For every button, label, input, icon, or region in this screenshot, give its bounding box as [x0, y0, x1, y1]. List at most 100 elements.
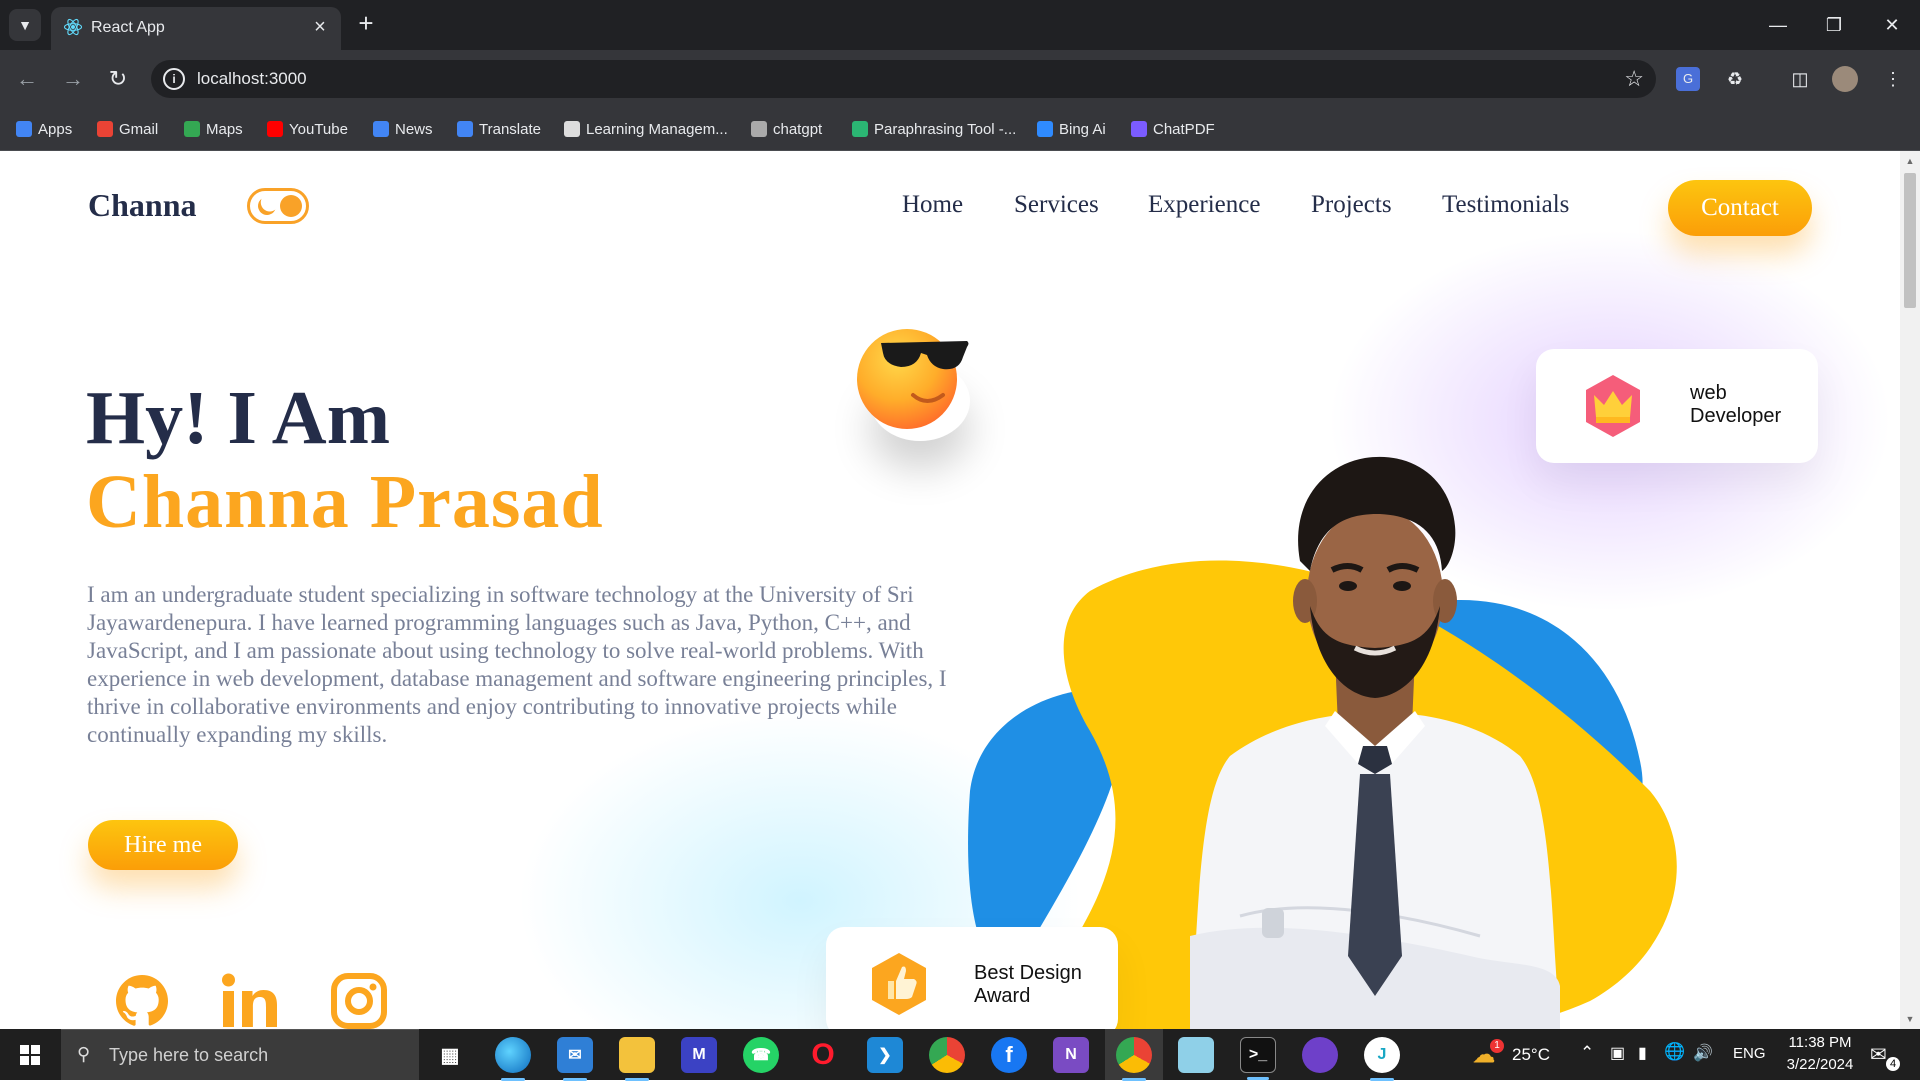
notification-count-badge: 4 [1886, 1057, 1900, 1071]
bookmark-chatpdf[interactable]: ChatPDF [1131, 118, 1215, 140]
site-logo[interactable]: Channa [88, 187, 197, 224]
profile-photo [1190, 456, 1560, 1029]
github-icon[interactable] [112, 971, 172, 1029]
side-panel-icon[interactable]: ◫ [1785, 64, 1815, 94]
bookmark-star-icon[interactable]: ☆ [1624, 66, 1644, 92]
nav-projects[interactable]: Projects [1311, 191, 1392, 219]
tab-react-app[interactable]: React App × [51, 7, 341, 50]
scroll-up-icon[interactable]: ▲ [1904, 155, 1916, 167]
bookmark-learning-management[interactable]: Learning Managem... [564, 118, 728, 140]
hero-name: Channa Prasad [86, 460, 604, 544]
nav-testimonials[interactable]: Testimonials [1442, 191, 1569, 219]
browser-chrome: ▼ React App × + — ❐ ✕ ← → ↻ i localhost:… [0, 0, 1920, 151]
hire-me-button[interactable]: Hire me [88, 820, 238, 870]
bookmark-label: Maps [206, 120, 243, 138]
hero-description: I am an undergraduate student specializi… [87, 582, 947, 747]
chatpdf-icon [1131, 121, 1147, 137]
opera-icon[interactable]: O [805, 1037, 841, 1073]
web-developer-card: web Developer [1536, 349, 1818, 463]
url-text[interactable]: localhost:3000 [197, 69, 307, 89]
close-window-icon[interactable]: ✕ [1872, 10, 1912, 40]
gmail-icon [97, 121, 113, 137]
site-info-icon[interactable]: i [163, 68, 185, 90]
bookmark-paraphrasing-tool[interactable]: Paraphrasing Tool -... [852, 118, 1016, 140]
windows-start-icon[interactable] [10, 1041, 50, 1069]
extensions-puzzle-icon[interactable]: ♻ [1720, 64, 1750, 94]
bookmarks-bar: Apps Gmail Maps YouTube News Translate L… [0, 107, 1920, 151]
tab-strip: ▼ React App × + — ❐ ✕ [0, 0, 1920, 50]
terminal-icon[interactable]: >_ [1240, 1037, 1276, 1080]
back-icon[interactable]: ← [12, 64, 42, 94]
close-tab-icon[interactable]: × [309, 16, 331, 38]
portfolio-page: Channa Home Services Experience Projects… [0, 151, 1900, 1029]
scroll-down-icon[interactable]: ▼ [1904, 1013, 1916, 1025]
volume-icon[interactable]: 🔊 [1693, 1043, 1713, 1063]
profile-avatar[interactable] [1832, 66, 1858, 92]
theme-toggle[interactable] [247, 188, 309, 224]
lms-icon [564, 121, 580, 137]
chevron-up-icon[interactable]: ⌃ [1580, 1043, 1594, 1063]
taskbar-search-box[interactable]: ⚲ Type here to search [61, 1029, 419, 1080]
menu-kebab-icon[interactable]: ⋮ [1878, 64, 1908, 94]
bookmark-label: Apps [38, 120, 73, 138]
bookmark-label: chatgpt [773, 120, 823, 138]
linkedin-icon[interactable] [220, 971, 280, 1029]
language-indicator[interactable]: ENG [1733, 1045, 1766, 1062]
browser-toolbar: ← → ↻ i localhost:3000 ☆ G ♻ ◫ ⋮ [0, 50, 1920, 107]
reload-icon[interactable]: ↻ [103, 64, 133, 94]
nav-services[interactable]: Services [1014, 191, 1099, 219]
youtube-icon [267, 121, 283, 137]
minimize-icon[interactable]: — [1758, 10, 1798, 40]
app-launcher-icon[interactable]: J [1364, 1037, 1400, 1081]
scrollbar-thumb[interactable] [1904, 173, 1916, 308]
instagram-icon[interactable] [329, 971, 389, 1029]
new-tab-button[interactable]: + [352, 10, 380, 38]
clock-date[interactable]: 3/22/2024 [1780, 1056, 1860, 1073]
nav-experience[interactable]: Experience [1148, 191, 1260, 219]
translate-extension-icon[interactable]: G [1676, 67, 1700, 91]
moon-icon [255, 194, 279, 218]
clock-time[interactable]: 11:38 PM [1786, 1034, 1854, 1051]
github-desktop-icon[interactable] [1302, 1037, 1338, 1073]
task-view-icon[interactable]: ▦ [432, 1037, 468, 1073]
chrome-icon[interactable] [929, 1037, 965, 1073]
bookmark-gmail[interactable]: Gmail [97, 118, 158, 140]
bookmark-bing-ai[interactable]: Bing Ai [1037, 118, 1106, 140]
address-bar[interactable]: i localhost:3000 ☆ [151, 60, 1656, 98]
tab-search-button[interactable]: ▼ [9, 9, 41, 41]
battery-icon[interactable]: ▮ [1638, 1043, 1647, 1063]
maps-pin-icon [184, 121, 200, 137]
notes-app-icon[interactable] [1178, 1037, 1214, 1073]
temperature-text[interactable]: 25°C [1512, 1045, 1550, 1065]
globe-network-icon[interactable]: 🌐 [1664, 1042, 1685, 1062]
sunglasses-emoji-icon [857, 329, 969, 429]
bookmark-maps[interactable]: Maps [184, 118, 243, 140]
chrome-active-icon[interactable] [1116, 1037, 1152, 1081]
bookmark-label: News [395, 120, 433, 138]
bookmark-news[interactable]: News [373, 118, 433, 140]
windows-taskbar: ⚲ Type here to search ▦ ✉ M ☎ O ❯ f N >_… [0, 1029, 1920, 1081]
vscode-icon[interactable]: ❯ [867, 1037, 903, 1073]
mail-icon[interactable]: ✉ [557, 1037, 593, 1081]
visual-studio-icon[interactable]: N [1053, 1037, 1089, 1073]
thumbs-up-icon [872, 953, 926, 1015]
page-scrollbar[interactable]: ▲ ▼ [1900, 151, 1920, 1029]
notifications-icon[interactable]: ✉ [1870, 1042, 1887, 1067]
contact-button[interactable]: Contact [1668, 180, 1812, 236]
meet-icon[interactable]: ▣ [1610, 1043, 1625, 1063]
bookmark-label: YouTube [289, 120, 348, 138]
forward-icon[interactable]: → [58, 64, 88, 94]
nav-home[interactable]: Home [902, 191, 963, 219]
restore-icon[interactable]: ❐ [1814, 10, 1854, 40]
whatsapp-icon[interactable]: ☎ [743, 1037, 779, 1073]
bookmark-chatgpt[interactable]: chatgpt [751, 118, 822, 140]
card-text-line: web [1690, 382, 1727, 404]
sun-icon [280, 195, 302, 217]
design-app-icon[interactable]: M [681, 1037, 717, 1073]
file-explorer-icon[interactable] [619, 1037, 655, 1081]
bookmark-youtube[interactable]: YouTube [267, 118, 348, 140]
edge-browser-icon[interactable] [495, 1037, 531, 1081]
bookmark-translate[interactable]: Translate [457, 118, 541, 140]
facebook-icon[interactable]: f [991, 1037, 1027, 1073]
bookmark-apps[interactable]: Apps [16, 118, 72, 140]
